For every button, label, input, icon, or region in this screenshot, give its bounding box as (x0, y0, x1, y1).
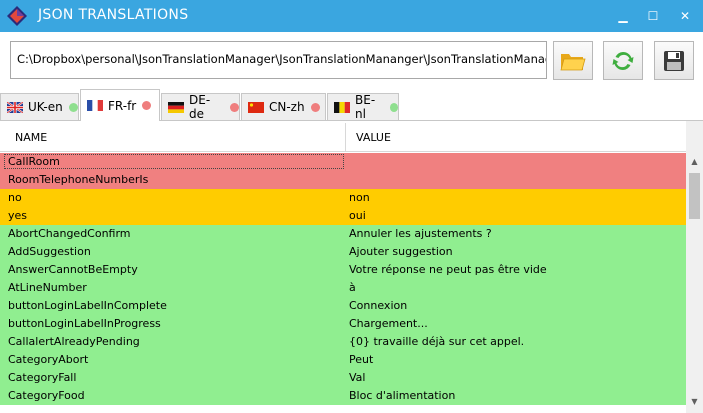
tab-de-de[interactable]: DE-de (161, 93, 240, 121)
cn-flag-icon (248, 101, 264, 113)
tab-be-nl[interactable]: BE-nl (327, 93, 399, 121)
row-name-cell[interactable]: AddSuggestion (8, 245, 91, 258)
maximize-button[interactable]: ☐ (638, 0, 668, 32)
status-dot-icon (310, 102, 320, 112)
refresh-icon (612, 51, 634, 70)
table-row[interactable]: CategoryAbort Peut (0, 351, 686, 369)
row-value-cell[interactable]: oui (349, 209, 366, 222)
row-name-cell[interactable]: buttonLoginLabelInProgress (8, 317, 161, 330)
language-tabs: UK-en FR-fr DE-de CN-zh BE-nl (0, 89, 703, 121)
row-value-cell[interactable]: à (349, 281, 356, 294)
scrollbar-thumb[interactable] (689, 173, 700, 219)
table-body: CallRoom RoomTelephoneNumberIs no non yes oui… (0, 153, 686, 405)
column-divider[interactable] (345, 123, 346, 151)
file-path-input[interactable]: C:\Dropbox\personal\JsonTranslationManag… (10, 41, 547, 79)
save-floppy-icon (664, 50, 684, 71)
row-value-cell[interactable]: Annuler les ajustements ? (349, 227, 492, 240)
table-row[interactable]: CategoryFood Bloc d'alimentation (0, 387, 686, 405)
be-flag-icon (334, 101, 350, 113)
minimize-button[interactable]: ▁ (608, 0, 638, 32)
tab-label: UK-en (28, 100, 63, 114)
scroll-down-arrow-icon[interactable]: ▼ (689, 397, 700, 406)
table-row[interactable]: CallalertAlreadyPending {0} travaille déj… (0, 333, 686, 351)
row-name-cell[interactable]: yes (8, 209, 27, 222)
save-button[interactable] (654, 41, 694, 80)
row-value-cell[interactable]: Chargement... (349, 317, 428, 330)
table-row[interactable]: buttonLoginLabelInComplete Connexion (0, 297, 686, 315)
tab-cn-zh[interactable]: CN-zh (241, 93, 326, 120)
tab-label: BE-nl (355, 93, 376, 121)
row-name-cell[interactable]: RoomTelephoneNumberIs (8, 173, 148, 186)
table-row[interactable]: AddSuggestion Ajouter suggestion (0, 243, 686, 261)
tab-label: FR-fr (108, 98, 137, 113)
tab-label: CN-zh (269, 100, 305, 114)
row-name-cell[interactable]: CategoryAbort (8, 353, 88, 366)
table-row[interactable]: buttonLoginLabelInProgress Chargement... (0, 315, 686, 333)
refresh-button[interactable] (603, 41, 643, 80)
row-name-cell[interactable]: CallRoom (4, 154, 344, 169)
column-header-value[interactable]: VALUE (356, 131, 391, 144)
title-bar: JSON TRANSLATIONS ▁ ☐ ✕ (0, 0, 703, 32)
table-row[interactable]: RoomTelephoneNumberIs (0, 171, 686, 189)
open-folder-button[interactable] (553, 41, 593, 80)
row-value-cell[interactable]: Votre réponse ne peut pas être vide (349, 263, 547, 276)
fr-flag-icon (87, 100, 103, 111)
status-dot-icon (142, 101, 152, 110)
tab-label: DE-de (189, 93, 211, 121)
table-row[interactable]: AnswerCannotBeEmpty Votre réponse ne peut… (0, 261, 686, 279)
table-row[interactable]: AbortChangedConfirm Annuler les ajustemen… (0, 225, 686, 243)
tab-fr-fr[interactable]: FR-fr (80, 89, 160, 121)
table-header: NAME VALUE (0, 121, 686, 152)
table-row[interactable]: yes oui (0, 207, 686, 225)
scroll-up-arrow-icon[interactable]: ▲ (689, 157, 700, 166)
row-name-cell[interactable]: no (8, 191, 22, 204)
tab-uk-en[interactable]: UK-en (0, 93, 79, 120)
row-value-cell[interactable]: Peut (349, 353, 373, 366)
translations-table: NAME VALUE CallRoom RoomTelephoneNumberIs… (0, 120, 703, 413)
row-name-cell[interactable]: AnswerCannotBeEmpty (8, 263, 138, 276)
row-value-cell[interactable]: {0} travaille déjà sur cet appel. (349, 335, 524, 348)
row-value-cell[interactable]: Ajouter suggestion (349, 245, 453, 258)
row-name-cell[interactable]: AbortChangedConfirm (8, 227, 131, 240)
row-value-cell[interactable]: Val (349, 371, 365, 384)
status-dot-icon (68, 102, 78, 112)
table-row[interactable]: CallRoom (0, 153, 686, 171)
status-dot-icon (230, 102, 239, 112)
row-name-cell[interactable]: CategoryFall (8, 371, 76, 384)
row-name-cell[interactable]: CallalertAlreadyPending (8, 335, 140, 348)
close-button[interactable]: ✕ (670, 0, 700, 32)
status-dot-icon (389, 102, 398, 112)
uk-flag-icon (6, 100, 24, 114)
row-name-cell[interactable]: AtLineNumber (8, 281, 87, 294)
row-name-cell[interactable]: buttonLoginLabelInComplete (8, 299, 167, 312)
de-flag-icon (168, 101, 184, 113)
vertical-scrollbar[interactable]: ▲ ▼ (686, 121, 703, 413)
table-row[interactable]: CategoryFall Val (0, 369, 686, 387)
folder-open-icon (560, 53, 586, 70)
row-value-cell[interactable]: non (349, 191, 370, 204)
table-row[interactable]: AtLineNumber à (0, 279, 686, 297)
row-value-cell[interactable]: Bloc d'alimentation (349, 389, 455, 402)
app-diamond-icon (7, 6, 27, 26)
table-row[interactable]: no non (0, 189, 686, 207)
window-title: JSON TRANSLATIONS (38, 7, 189, 23)
row-name-cell[interactable]: CategoryFood (8, 389, 85, 402)
row-value-cell[interactable]: Connexion (349, 299, 407, 312)
column-header-name[interactable]: NAME (15, 131, 47, 144)
